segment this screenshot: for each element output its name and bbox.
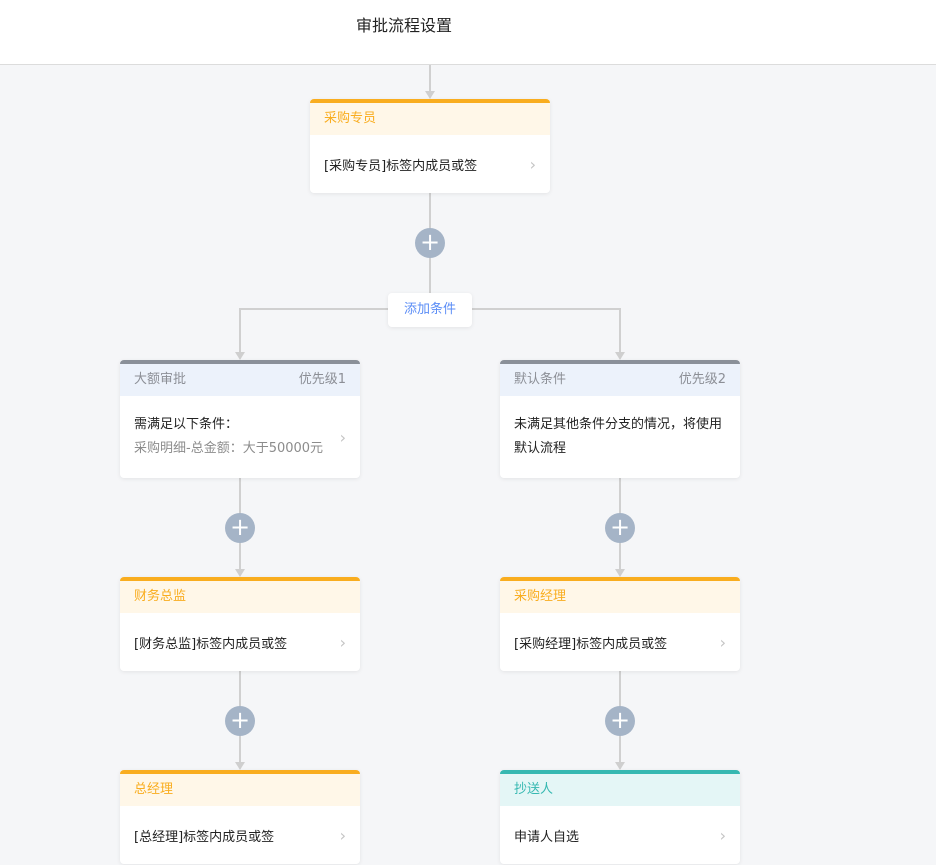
chevron-right-icon: ›: [339, 632, 346, 652]
arrow-icon: [615, 352, 625, 360]
node-content: 申请人自选: [514, 829, 580, 845]
arrow-icon: [615, 569, 625, 577]
condition-detail: 采购明细-总金额：大于50000元: [134, 441, 324, 456]
priority-label: 优先级1: [298, 372, 346, 387]
condition-title: 默认条件: [514, 372, 567, 387]
condition-node-default[interactable]: 默认条件 优先级2 未满足其他条件分支的情况，将使用默认流程: [500, 360, 740, 478]
add-condition-button[interactable]: 添加条件: [388, 293, 472, 327]
chevron-right-icon: ›: [719, 632, 726, 652]
condition-title: 大额审批: [134, 372, 187, 387]
condition-line: 未满足其他条件分支的情况，将使用默认流程: [514, 417, 723, 456]
approver-node-purchase-manager[interactable]: 采购经理 [采购经理]标签内成员或签 ›: [500, 577, 740, 671]
condition-line: 需满足以下条件：: [134, 417, 239, 432]
node-title: 抄送人: [514, 782, 554, 797]
chevron-right-icon: ›: [529, 154, 536, 174]
arrow-icon: [425, 91, 435, 99]
condition-node-large-approval[interactable]: 大额审批 优先级1 需满足以下条件： 采购明细-总金额：大于50000元 ›: [120, 360, 360, 478]
approver-node-general-manager[interactable]: 总经理 [总经理]标签内成员或签 ›: [120, 770, 360, 864]
add-node-button[interactable]: +: [605, 513, 635, 543]
node-title: 总经理: [134, 782, 174, 797]
node-title: 财务总监: [134, 589, 187, 604]
header: 审批流程设置: [0, 0, 936, 65]
add-node-button[interactable]: +: [225, 706, 255, 736]
arrow-icon: [235, 762, 245, 770]
node-content: [采购经理]标签内成员或签: [514, 636, 668, 652]
add-node-button[interactable]: +: [225, 513, 255, 543]
priority-label: 优先级2: [678, 372, 726, 387]
node-content: [总经理]标签内成员或签: [134, 829, 275, 845]
connector: [619, 308, 621, 356]
add-node-button[interactable]: +: [605, 706, 635, 736]
node-title: 采购专员: [324, 111, 377, 126]
connector: [239, 308, 241, 356]
node-content: [采购专员]标签内成员或签: [324, 158, 478, 174]
approver-node-purchaser[interactable]: 采购专员 [采购专员]标签内成员或签 ›: [310, 99, 550, 193]
approver-node-finance-director[interactable]: 财务总监 [财务总监]标签内成员或签 ›: [120, 577, 360, 671]
node-title: 采购经理: [514, 589, 567, 604]
chevron-right-icon: ›: [719, 825, 726, 845]
arrow-icon: [235, 352, 245, 360]
chevron-right-icon: ›: [339, 825, 346, 845]
arrow-icon: [235, 569, 245, 577]
page-title: 审批流程设置: [356, 16, 453, 35]
node-content: [财务总监]标签内成员或签: [134, 636, 288, 652]
add-node-button[interactable]: +: [415, 228, 445, 258]
chevron-right-icon: ›: [339, 427, 346, 447]
cc-node[interactable]: 抄送人 申请人自选 ›: [500, 770, 740, 864]
arrow-icon: [615, 762, 625, 770]
